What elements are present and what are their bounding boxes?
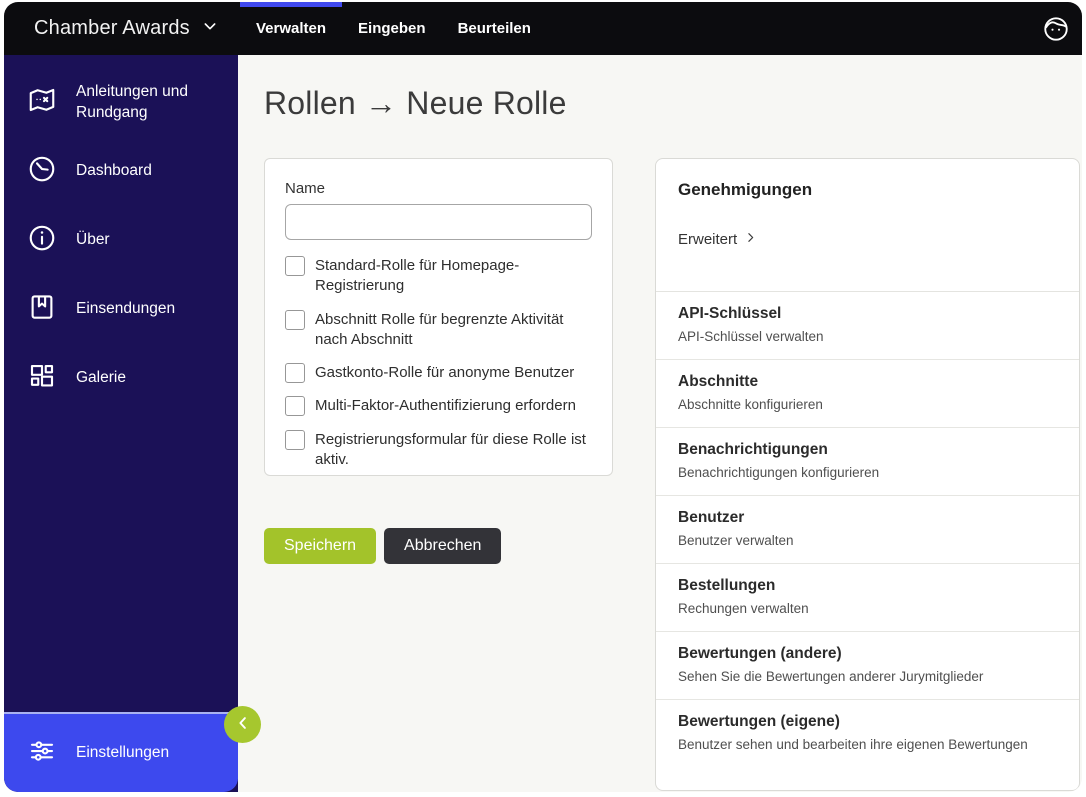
- gastkonto-rolle-checkbox[interactable]: [285, 363, 305, 383]
- sidebar-item-label: Dashboard: [76, 162, 152, 180]
- sidebar-item-ueber[interactable]: Über: [4, 206, 238, 275]
- permission-item-abschnitte[interactable]: Abschnitte Abschnitte konfigurieren: [656, 360, 1079, 428]
- sidebar: Anleitungen und Rundgang Dashboard Über …: [4, 55, 238, 792]
- permission-title: Benutzer: [678, 509, 745, 526]
- clock-icon: [27, 154, 57, 189]
- permissions-title: Genehmigungen: [678, 180, 813, 199]
- bookmark-icon: [27, 292, 57, 327]
- checkbox-row-registrierungsformular[interactable]: Registrierungsformular für diese Rolle i…: [285, 429, 592, 471]
- sidebar-item-label: Einstellungen: [76, 743, 170, 761]
- checkbox-row-abschnitt-rolle[interactable]: Abschnitt Rolle für begrenzte Aktivität …: [285, 309, 592, 351]
- permission-title: Abschnitte: [678, 373, 759, 390]
- standard-rolle-checkbox[interactable]: [285, 256, 305, 276]
- permission-item-bestellungen[interactable]: Bestellungen Rechungen verwalten: [656, 564, 1079, 632]
- checkbox-label: Multi-Faktor-Authentifizierung erfordern: [315, 397, 576, 415]
- primary-tabs: Verwalten Eingeben Beurteilen: [240, 2, 547, 55]
- sidebar-item-dashboard[interactable]: Dashboard: [4, 137, 238, 206]
- checkbox-row-standard-rolle[interactable]: Standard-Rolle für Homepage-Registrierun…: [285, 256, 592, 297]
- checkbox-label: Registrierungsformular für diese Rolle i…: [315, 430, 586, 468]
- brand-title: Chamber Awards: [34, 17, 190, 39]
- permission-item-bewertungen-andere[interactable]: Bewertungen (andere) Sehen Sie die Bewer…: [656, 632, 1079, 700]
- name-label: Name: [285, 180, 326, 197]
- abschnitt-rolle-checkbox[interactable]: [285, 309, 305, 330]
- role-form-card: Name Standard-Rolle für Homepage-Registr…: [264, 158, 613, 476]
- permission-subtitle: Abschnitte konfigurieren: [678, 397, 823, 412]
- permission-title: API-Schlüssel: [678, 305, 782, 322]
- checkbox-row-mfa[interactable]: Multi-Faktor-Authentifizierung erfordern: [285, 396, 592, 417]
- main-content: Rollen → Neue Rolle Name Standard-Rolle …: [238, 55, 1082, 792]
- sidebar-item-label: Über: [76, 231, 110, 249]
- sidebar-item-anleitungen[interactable]: Anleitungen und Rundgang: [4, 68, 238, 137]
- role-options: Standard-Rolle für Homepage-Registrierun…: [285, 256, 592, 470]
- sidebar-collapse-button[interactable]: [224, 706, 261, 743]
- app-window: Chamber Awards Verwalten Eingeben Beurte…: [4, 2, 1082, 792]
- permission-title: Bewertungen (eigene): [678, 713, 840, 730]
- brand-menu[interactable]: Chamber Awards: [34, 2, 218, 55]
- info-icon: [27, 223, 57, 258]
- permission-title: Bewertungen (andere): [678, 645, 842, 662]
- chevron-left-icon: [234, 714, 252, 735]
- permission-item-api-schluessel[interactable]: API-Schlüssel API-Schlüssel verwalten: [656, 292, 1079, 360]
- sidebar-item-galerie[interactable]: Galerie: [4, 344, 238, 413]
- permission-item-bewertungen-eigene[interactable]: Bewertungen (eigene) Benutzer sehen und …: [656, 700, 1079, 767]
- checkbox-label: Gastkonto-Rolle für anonyme Benutzer: [315, 364, 575, 381]
- permissions-header: Genehmigungen Erweitert: [656, 159, 1079, 292]
- tab-verwalten[interactable]: Verwalten: [240, 2, 343, 55]
- sidebar-item-einsendungen[interactable]: Einsendungen: [4, 275, 238, 344]
- grid-icon: [27, 361, 57, 396]
- chevron-right-icon: [744, 231, 757, 248]
- sidebar-item-label: Anleitungen und Rundgang: [76, 83, 189, 121]
- permission-subtitle: Benutzer sehen und bearbeiten ihre eigen…: [678, 737, 1028, 752]
- save-button[interactable]: Speichern: [264, 528, 377, 564]
- tab-beurteilen[interactable]: Beurteilen: [442, 2, 547, 55]
- map-icon: [27, 85, 57, 120]
- permission-item-benachrichtigungen[interactable]: Benachrichtigungen Benachrichtigungen ko…: [656, 428, 1079, 496]
- permission-subtitle: Sehen Sie die Bewertungen anderer Jurymi…: [678, 669, 984, 684]
- sidebar-nav: Anleitungen und Rundgang Dashboard Über …: [4, 55, 238, 413]
- page-title: Rollen → Neue Rolle: [264, 85, 567, 121]
- name-input[interactable]: [285, 204, 592, 240]
- permission-subtitle: Benachrichtigungen konfigurieren: [678, 465, 880, 480]
- permission-subtitle: Benutzer verwalten: [678, 533, 794, 548]
- permission-title: Benachrichtigungen: [678, 441, 828, 458]
- user-avatar-icon[interactable]: [1042, 15, 1070, 43]
- sliders-icon: [27, 736, 57, 771]
- sidebar-item-label: Einsendungen: [76, 300, 176, 318]
- tab-eingeben[interactable]: Eingeben: [342, 2, 442, 55]
- chevron-down-icon: [202, 18, 218, 39]
- checkbox-row-gastkonto-rolle[interactable]: Gastkonto-Rolle für anonyme Benutzer: [285, 363, 592, 383]
- advanced-link[interactable]: Erweitert: [678, 231, 757, 291]
- sidebar-item-label: Galerie: [76, 369, 126, 387]
- permission-title: Bestellungen: [678, 577, 776, 594]
- checkbox-label: Standard-Rolle für Homepage-Registrierun…: [315, 257, 520, 295]
- mfa-checkbox[interactable]: [285, 396, 305, 417]
- form-actions: Speichern Abbrechen: [264, 528, 502, 564]
- registrierungsformular-checkbox[interactable]: [285, 429, 305, 450]
- permission-subtitle: Rechungen verwalten: [678, 601, 809, 616]
- permissions-card: Genehmigungen Erweitert API-Schlüssel AP…: [655, 158, 1080, 791]
- sidebar-item-einstellungen[interactable]: Einstellungen: [4, 714, 238, 792]
- permission-item-benutzer[interactable]: Benutzer Benutzer verwalten: [656, 496, 1079, 564]
- checkbox-label: Abschnitt Rolle für begrenzte Aktivität …: [315, 310, 564, 348]
- advanced-link-label: Erweitert: [678, 231, 738, 248]
- cancel-button[interactable]: Abbrechen: [384, 528, 502, 564]
- top-navigation-bar: Chamber Awards Verwalten Eingeben Beurte…: [4, 2, 1082, 55]
- permission-subtitle: API-Schlüssel verwalten: [678, 329, 824, 344]
